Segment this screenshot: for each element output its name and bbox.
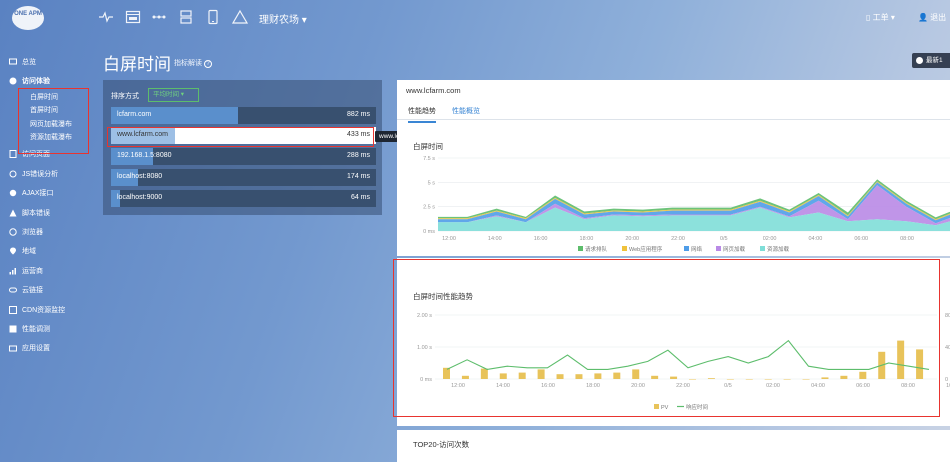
server-icon[interactable] xyxy=(178,9,194,25)
top-bar: ONE APM 理财农场 ▾ ▯ 工单 ▾ 👤 退出 xyxy=(0,0,950,36)
highlight-box-chart xyxy=(393,259,940,417)
x-tick-label: 16:00 xyxy=(534,236,548,242)
legend-swatch xyxy=(622,246,627,251)
area-chart: 0 ms 2.5 s 5 s 7.5 s 12:00 14:00 16:00 18:00 20:… xyxy=(423,156,950,253)
y2-tick-label: 80 xyxy=(945,313,950,319)
legend-label: 资源加载 xyxy=(767,245,790,253)
sidebar-item-cloud-link[interactable]: 云链接 xyxy=(0,281,95,300)
x-tick-label: 08:00 xyxy=(900,236,914,242)
ranking-row[interactable]: 192.168.1.5:8080 288 ms xyxy=(111,148,376,165)
network-icon[interactable] xyxy=(151,9,167,25)
ranking-name: 192.168.1.5:8080 xyxy=(117,152,172,159)
sidebar-item-browser[interactable]: 浏览器 xyxy=(0,222,95,241)
browser-icon[interactable] xyxy=(125,9,141,25)
ranking-row[interactable]: lcfarm.com 882 ms xyxy=(111,107,376,124)
ranking-value: 64 ms xyxy=(350,194,370,201)
sidebar-item-carrier[interactable]: 运营商 xyxy=(0,261,95,280)
ranking-name: localhost:8080 xyxy=(117,173,163,180)
ranking-value: 288 ms xyxy=(347,152,370,159)
sort-label: 排序方式 xyxy=(111,93,139,100)
legend-swatch xyxy=(760,246,765,251)
legend-swatch xyxy=(716,246,721,251)
top20-card: TOP20-访问次数 xyxy=(397,430,950,462)
detail-card: www.lcfarm.com 性能趋势 性能概览 白屏时间 0 ms 2.5 s5… xyxy=(397,80,950,256)
help-link[interactable]: 指标解读? xyxy=(174,58,212,68)
sidebar-item-overview[interactable]: 总览 xyxy=(0,52,95,71)
legend-label: 网页加载 xyxy=(723,245,746,253)
clock-icon xyxy=(916,57,923,64)
gear-icon xyxy=(9,189,17,197)
legend-label: Web应用程序 xyxy=(629,245,663,253)
sort-select[interactable]: 平均时间 ▾ xyxy=(148,88,199,102)
pulse-icon[interactable] xyxy=(98,9,114,25)
page-title: 白屏时间 xyxy=(103,55,171,74)
x-tick-label: 10:00 xyxy=(946,383,950,389)
sidebar-item-perf-debug[interactable]: 性能调测 xyxy=(0,319,95,338)
monitor-icon xyxy=(9,58,17,66)
user-link[interactable]: 👤 退出 xyxy=(918,12,946,23)
mobile-icon[interactable] xyxy=(205,9,221,25)
x-tick-label: 04:00 xyxy=(809,236,823,242)
globe-icon xyxy=(9,77,17,85)
ranking-value: 174 ms xyxy=(347,173,370,180)
y-tick-label: 2.5 s xyxy=(423,205,435,211)
legend-label: 网络 xyxy=(691,245,703,253)
y-tick-label: 5 s xyxy=(428,180,436,186)
y2-tick-label: 40 xyxy=(945,345,950,351)
x-tick-label: 12:00 xyxy=(442,236,456,242)
top20-title: TOP20-访问次数 xyxy=(413,440,470,449)
tab-overview[interactable]: 性能概览 xyxy=(452,106,480,116)
x-tick-label: 18:00 xyxy=(580,236,594,242)
cdn-icon xyxy=(9,305,17,314)
ticket-link[interactable]: ▯ 工单 ▾ xyxy=(866,12,895,23)
link-icon xyxy=(9,286,17,294)
highlight-box-row xyxy=(107,127,374,147)
x-tick-label: 06:00 xyxy=(854,236,868,242)
latest-button[interactable]: 最新1 xyxy=(912,53,950,68)
legend-label: 请求排队 xyxy=(585,245,608,253)
pin-icon xyxy=(9,247,17,255)
tab-trend[interactable]: 性能趋势 xyxy=(408,106,436,123)
ranking-name: lcfarm.com xyxy=(117,111,152,118)
tab-bar: 性能趋势 性能概览 xyxy=(397,102,950,123)
highlight-box-sidebar xyxy=(18,88,89,154)
alert-icon[interactable] xyxy=(231,9,249,25)
y-tick-label: 0 ms xyxy=(423,229,435,235)
x-tick-label: 22:00 xyxy=(671,236,685,242)
x-tick-label: 02:00 xyxy=(763,236,777,242)
ranking-panel: 排序方式 平均时间 ▾ lcfarm.com 882 ms www.lcfarm.c… xyxy=(103,80,382,215)
y-tick-label: 7.5 s xyxy=(423,156,435,162)
sidebar-item-region[interactable]: 地域 xyxy=(0,242,95,261)
x-tick-label: 0/5 xyxy=(720,236,728,242)
file-icon xyxy=(9,150,17,159)
compass-icon xyxy=(9,228,17,236)
legend-swatch xyxy=(684,246,689,251)
settings-icon xyxy=(9,344,17,352)
ranking-row[interactable]: localhost:8080 174 ms xyxy=(111,169,376,186)
domain-title: www.lcfarm.com xyxy=(406,86,461,95)
ranking-value: 882 ms xyxy=(347,111,370,118)
question-icon: ? xyxy=(204,60,212,68)
legend-swatch xyxy=(578,246,583,251)
sidebar-item-script-errors[interactable]: 脚本错误 xyxy=(0,203,95,222)
signal-icon xyxy=(9,267,17,275)
logo[interactable]: ONE APM xyxy=(12,6,44,30)
sidebar-item-app-settings[interactable]: 应用设置 xyxy=(0,339,95,358)
ranking-name: localhost:9000 xyxy=(117,194,163,201)
ranking-row[interactable]: localhost:9000 64 ms xyxy=(111,190,376,207)
sidebar-item-ajax[interactable]: AJAX接口 xyxy=(0,184,95,203)
chart-icon xyxy=(9,325,17,333)
app-selector[interactable]: 理财农场 ▾ xyxy=(259,11,307,26)
sidebar-item-js-errors[interactable]: JS错误分析 xyxy=(0,164,95,183)
warning-icon xyxy=(9,209,17,217)
bug-icon xyxy=(9,170,17,178)
sidebar-item-cdn[interactable]: CDN资源监控 xyxy=(0,300,95,319)
x-tick-label: 14:00 xyxy=(488,236,502,242)
x-tick-label: 20:00 xyxy=(625,236,639,242)
